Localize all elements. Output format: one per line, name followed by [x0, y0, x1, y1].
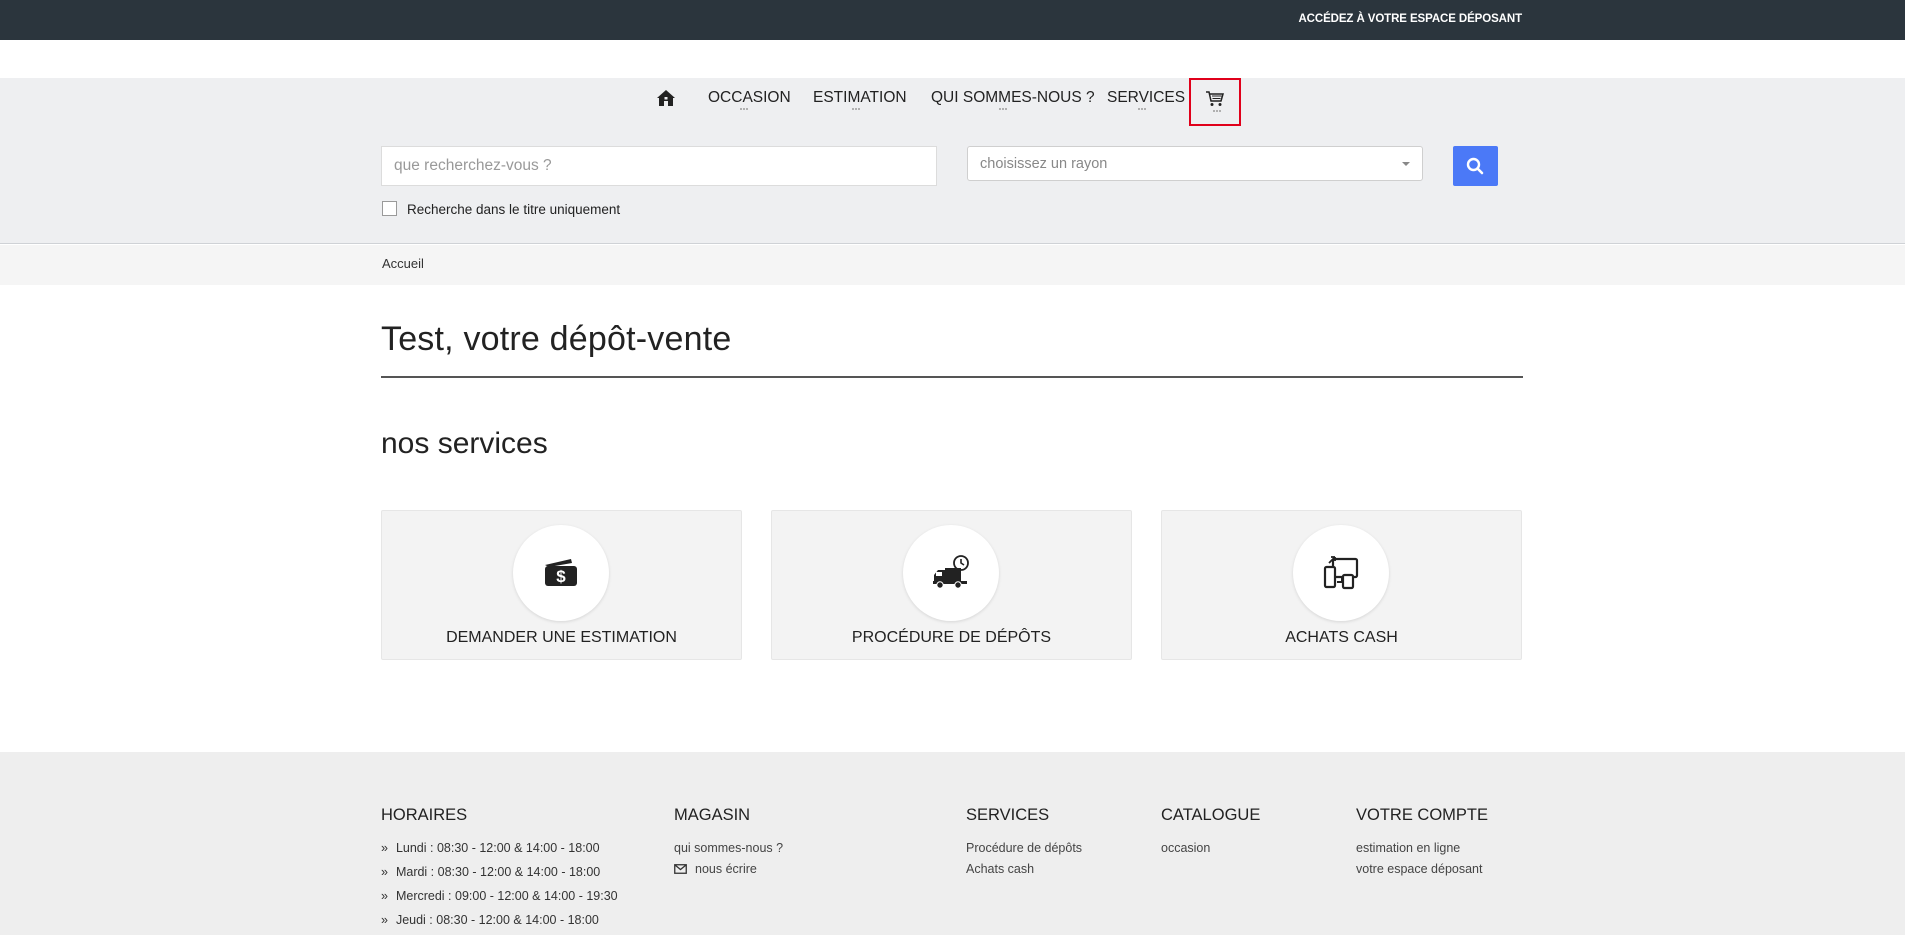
rayon-select-value: choisissez un rayon [980, 156, 1108, 172]
page-title: Test, votre dépôt-vente [381, 320, 732, 358]
svg-text:$: $ [556, 567, 566, 586]
footer-heading: SERVICES [966, 806, 1050, 824]
main-nav: OCCASION ESTIMATION QUI SOMMES-NOUS ? SE… [0, 78, 1905, 128]
title-only-checkbox[interactable] [382, 201, 397, 216]
footer-heading: VOTRE COMPTE [1356, 806, 1489, 824]
search-input[interactable] [381, 146, 937, 186]
footer-heading: MAGASIN [674, 806, 751, 824]
footer-link-occasion[interactable]: occasion [1161, 841, 1260, 855]
nav-dots [740, 108, 748, 110]
nav-item-label: ESTIMATION [813, 89, 907, 106]
nav-item-label: QUI SOMMES-NOUS ? [931, 89, 1095, 106]
footer-horaires: HORAIRES » Lundi : 08:30 - 12:00 & 14:00 … [381, 806, 618, 935]
footer-link-achats-cash[interactable]: Achats cash [966, 862, 1082, 876]
service-icon-circle [903, 525, 999, 621]
footer [0, 752, 1905, 935]
title-only-label: Recherche dans le titre uniquement [407, 202, 621, 217]
footer-link-qui-sommes-nous[interactable]: qui sommes-nous ? [674, 841, 783, 855]
footer-services: SERVICES Procédure de dépôts Achats cash [966, 806, 1082, 883]
footer-link-procedure[interactable]: Procédure de dépôts [966, 841, 1082, 855]
delivery-truck-icon [933, 555, 969, 589]
cart-icon [1206, 91, 1224, 106]
services-section-title: nos services [381, 427, 548, 460]
service-card-depots[interactable]: PROCÉDURE DE DÉPÔTS [771, 510, 1132, 660]
footer-heading: HORAIRES [381, 806, 468, 824]
service-icon-circle [1293, 525, 1389, 621]
nav-dots [1138, 108, 1146, 110]
service-card-achats-cash[interactable]: ACHATS CASH [1161, 510, 1522, 660]
service-card-label: DEMANDER UNE ESTIMATION [446, 629, 677, 646]
nav-dots [999, 108, 1007, 110]
hours-row: » Jeudi : 08:30 - 12:00 & 14:00 - 18:00 [381, 913, 599, 927]
breadcrumb [0, 245, 1905, 285]
nav-dots [852, 108, 860, 110]
hours-row: » Lundi : 08:30 - 12:00 & 14:00 - 18:00 [381, 841, 600, 855]
footer-compte: VOTRE COMPTE estimation en ligne votre e… [1356, 806, 1488, 883]
footer-magasin: MAGASIN qui sommes-nous ? nous écrire [674, 806, 783, 883]
devices-icon [1323, 556, 1359, 590]
breadcrumb-home-link[interactable]: Accueil [382, 256, 424, 271]
nav-dots [1213, 110, 1221, 112]
footer-link-nous-ecrire[interactable]: nous écrire [674, 862, 783, 876]
rayon-select[interactable]: choisissez un rayon [967, 146, 1423, 181]
mail-icon [674, 864, 687, 874]
search-button[interactable] [1453, 146, 1498, 186]
header-spacer [0, 40, 1905, 78]
top-bar: ACCÉDEZ À VOTRE ESPACE DÉPOSANT [0, 0, 1905, 40]
service-card-label: ACHATS CASH [1285, 629, 1398, 646]
service-card-label: PROCÉDURE DE DÉPÔTS [851, 629, 1052, 646]
service-icon-circle: $ [513, 525, 609, 621]
search-icon [1466, 157, 1484, 175]
footer-link-estimation-en-ligne[interactable]: estimation en ligne [1356, 841, 1488, 855]
home-icon[interactable] [656, 89, 676, 107]
depositor-space-link[interactable]: ACCÉDEZ À VOTRE ESPACE DÉPOSANT [1298, 13, 1522, 25]
title-divider [381, 376, 1523, 378]
footer-catalogue: CATALOGUE occasion [1161, 806, 1260, 862]
nav-item-label: SERVICES [1107, 89, 1186, 106]
chevron-down-icon [1402, 162, 1410, 166]
money-icon: $ [545, 559, 577, 586]
cart-button[interactable] [1189, 78, 1241, 126]
service-card-estimation[interactable]: $ DEMANDER UNE ESTIMATION [381, 510, 742, 660]
footer-link-espace-deposant[interactable]: votre espace déposant [1356, 862, 1488, 876]
nav-item-label: OCCASION [708, 89, 791, 106]
hours-row: » Mercredi : 09:00 - 12:00 & 14:00 - 19:3… [381, 889, 618, 903]
hours-row: » Mardi : 08:30 - 12:00 & 14:00 - 18:00 [381, 865, 601, 879]
footer-heading: CATALOGUE [1161, 806, 1261, 824]
